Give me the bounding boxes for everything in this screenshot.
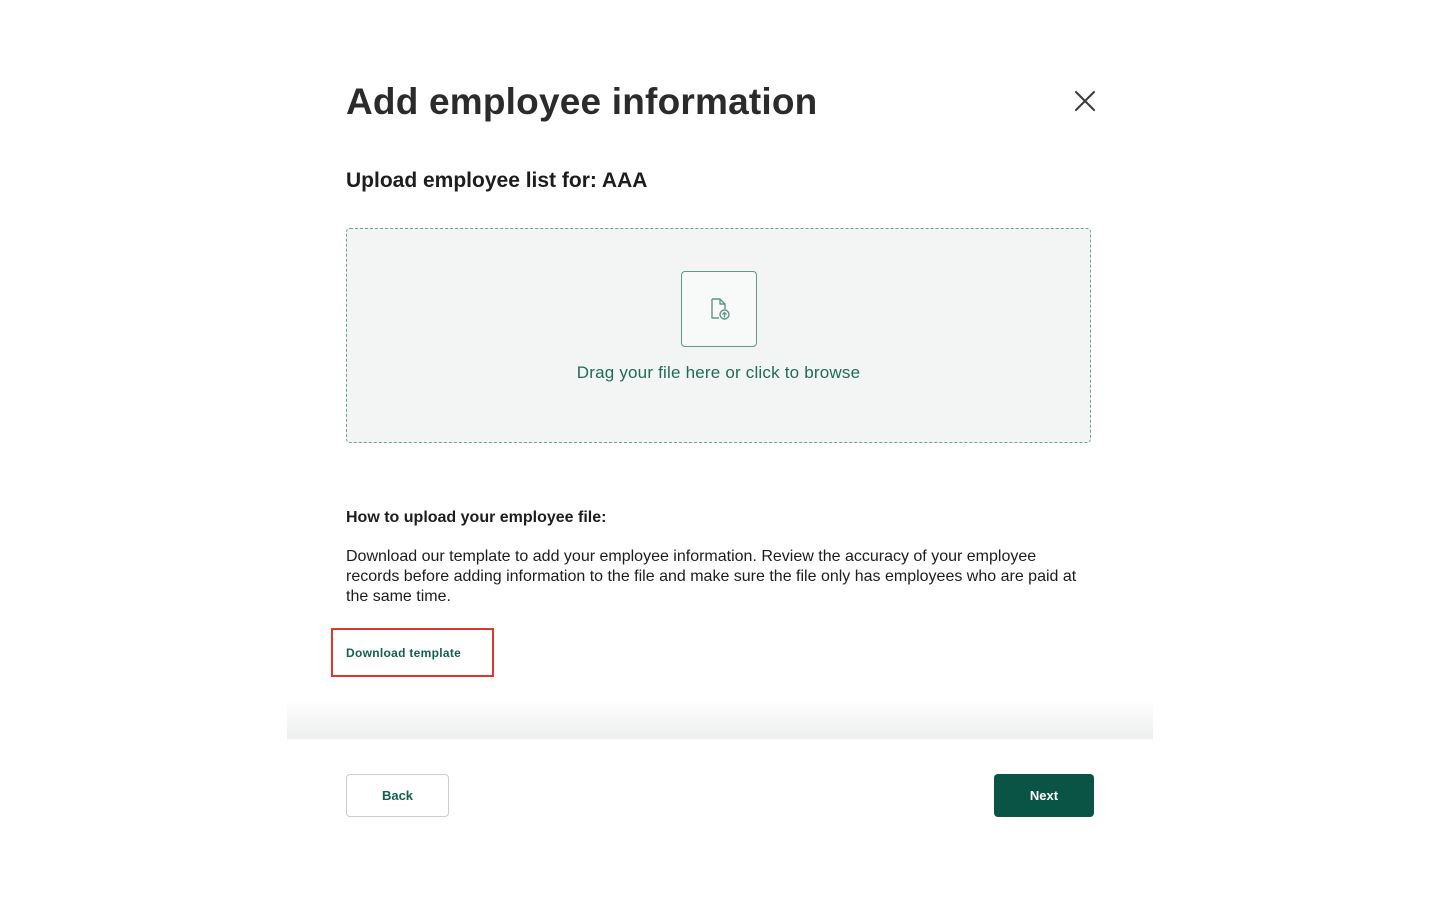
upload-section-title: Upload employee list for: AAA xyxy=(346,169,648,192)
file-upload-icon xyxy=(711,298,730,320)
instructions-title: How to upload your employee file: xyxy=(346,509,607,526)
download-template-link[interactable]: Download template xyxy=(331,628,494,677)
upload-icon-box xyxy=(681,271,757,347)
modal-title: Add employee information xyxy=(346,81,818,122)
instructions-body: Download our template to add your employ… xyxy=(346,548,1077,605)
next-button[interactable]: Next xyxy=(994,774,1094,817)
file-dropzone[interactable]: Drag your file here or click to browse xyxy=(346,228,1091,443)
back-button[interactable]: Back xyxy=(346,774,449,817)
footer-divider-shadow xyxy=(287,700,1153,739)
dropzone-browse-text[interactable]: Drag your file here or click to browse xyxy=(347,363,1090,383)
close-button[interactable] xyxy=(1069,85,1101,117)
close-icon xyxy=(1075,91,1095,111)
add-employee-modal: Add employee information Upload employee… xyxy=(287,0,1153,900)
page: Add employee information Upload employee… xyxy=(0,0,1440,900)
modal-footer: Back Next xyxy=(287,739,1153,859)
